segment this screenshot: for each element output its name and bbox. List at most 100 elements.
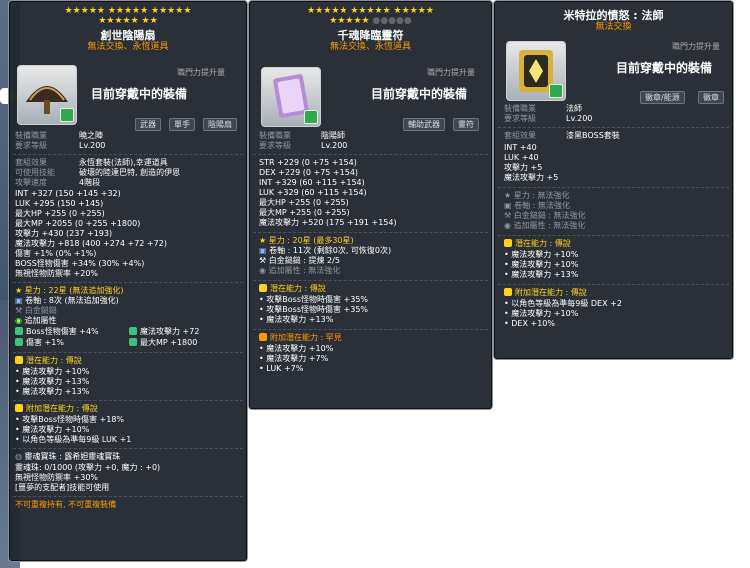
additional-grade: 傳說 [570, 288, 587, 297]
req-value: Lv.200 [79, 141, 106, 150]
potential-2-text: 魔法攻擊力 +10% [511, 260, 579, 269]
hammer-icon: ⚒ [259, 256, 269, 265]
additional-2-text: 魔法攻擊力 +10% [511, 309, 579, 318]
tag-emblem-energy: 徽章/能源 [640, 91, 685, 104]
potential-3-text: 魔法攻擊力 +13% [511, 270, 579, 279]
tag-subweapon: 輔助武器 [403, 118, 445, 131]
additional-grade: 罕見 [325, 333, 342, 342]
stat-mp: 最大MP +255 (0 +255) [259, 208, 350, 217]
additional-2: • 魔法攻擊力 +7% [259, 354, 329, 363]
item-tooltip-emblem: 米特拉的憤怒 : 法師 無法交換 職門力提升量 目前穿戴中的裝備 徽章/能源 徽… [493, 0, 734, 360]
soul-name: 露希妲靈魂寶珠 [64, 452, 121, 461]
potential-3: • 魔法攻擊力 +13% [15, 387, 90, 396]
stat-dex: DEX +229 (0 +75 +154) [259, 168, 359, 177]
lock-icon [304, 110, 318, 124]
additional-header: 附加潛在能力 : 傳說 [15, 404, 98, 414]
divider [13, 448, 243, 449]
soul-2: 無視怪物防禦率 +30% [15, 473, 99, 482]
additional-2-text: 魔法攻擊力 +7% [266, 354, 329, 363]
wearing-label: 目前穿戴中的裝備 [616, 61, 713, 75]
extra-mp-text: 最大MP +1800 [140, 338, 198, 347]
additional-title: 附加潛在能力 [270, 333, 318, 342]
skill-label: 可使用技能 [15, 168, 55, 177]
potential-3: • 魔法攻擊力 +13% [504, 270, 579, 279]
extra-header: ◉ 追加屬性 [15, 316, 57, 326]
tag-onehand: 單手 [169, 118, 195, 131]
starforce-text: 星力 : 22星 (無法追加強化) [24, 286, 124, 295]
speed-label: 攻擊速度 [15, 178, 47, 187]
starforce-text: 星力 : 20星 (最多30星) [268, 236, 354, 245]
scroll: ▣ 卷軸 : 無法強化 [504, 201, 570, 211]
item-title: 米特拉的憤怒 : 法師 [563, 9, 664, 22]
hammer-icon: ⚒ [15, 306, 25, 315]
item-subtitle: 無法交換、永恆道具 [329, 42, 411, 52]
legend-icon [15, 404, 23, 412]
soul-icon: ◍ [15, 452, 25, 461]
item-title: 千魂降臨靈符 [337, 29, 404, 42]
legend-icon [15, 356, 23, 364]
additional-1: • 以角色等級為準每9級 DEX +2 [504, 299, 622, 308]
additional-1-text: 攻擊Boss怪物時傷害 +18% [22, 415, 125, 424]
gold-hammer: ⚒ 白金鎚鎚 : 提煉 2/5 [259, 256, 340, 266]
potential-1-text: 攻擊Boss怪物時傷害 +35% [266, 295, 369, 304]
potential-grade: 傳說 [65, 356, 82, 365]
stat-matk: 魔法攻擊力 +818 (400 +274 +72 +72) [15, 239, 167, 248]
potential-2: • 攻擊Boss怪物時傷害 +35% [259, 305, 369, 314]
req-label: 要求等級 [504, 114, 536, 123]
divider [253, 154, 488, 155]
potential-header: 潛在能力 : 傳說 [15, 356, 82, 366]
stat-mp: 最大MP +2055 (0 +255 +1800) [15, 219, 141, 228]
potential-2: • 魔法攻擊力 +10% [504, 260, 579, 269]
star-row: ★★★★★ ★★★★★ ★★★★★ [249, 6, 492, 16]
stars-2: ★★★★★ [107, 6, 149, 16]
extra-text: 追加屬性 [24, 316, 57, 325]
stat-hp: 最大HP +255 (0 +255) [259, 198, 349, 207]
stat-int: INT +40 [504, 143, 537, 152]
potential-2-text: 魔法攻擊力 +13% [22, 377, 90, 386]
extra-icon: ◉ [504, 221, 514, 230]
soul-title: 靈魂寶珠 [24, 452, 57, 461]
footer-note: 不可重複持有, 不可重複裝備 [15, 500, 117, 509]
talisman-icon [261, 67, 321, 127]
star-row-2: ★★★★★ ★★ [9, 16, 247, 26]
stat-atk: 攻擊力 +430 (237 +193) [15, 229, 113, 238]
star-icon: ★ [259, 236, 269, 245]
extra-mp: 最大MP +1800 [129, 338, 197, 348]
extra-text: 追加屬性 : 無法強化 [513, 221, 586, 230]
potential-title: 潛在能力 [26, 356, 58, 365]
stars-1: ★★★★★ [307, 6, 348, 16]
wearing-label: 目前穿戴中的裝備 [371, 87, 468, 101]
starforce-text: 星力 : 無法強化 [513, 191, 570, 200]
extra-dmg-text: 傷害 +1% [26, 338, 64, 347]
additional-3: • LUK +7% [259, 364, 304, 373]
star-icon: ★ [15, 286, 25, 295]
additional-header: 附加潛在能力 : 罕見 [259, 333, 342, 343]
extra-text: 追加屬性 : 無法強化 [268, 266, 341, 275]
divider [498, 284, 729, 285]
stat-luk: LUK +329 (60 +115 +154) [259, 188, 367, 197]
starforce: ★ 星力 : 20星 (最多30星) [259, 236, 354, 246]
stat-boss: BOSS怪物傷害 +34% (30% +4%) [15, 259, 145, 268]
divider [13, 154, 243, 155]
gold-hammer: ⚒ 白金鎚鎚 : 無法強化 [504, 211, 586, 221]
extra-header: ◉ 追加屬性 : 無法強化 [504, 221, 585, 231]
extra-matk: 魔法攻擊力 +72 [129, 327, 199, 337]
additional-2: • 魔法攻擊力 +10% [504, 309, 579, 318]
additional-2: • 魔法攻擊力 +10% [15, 425, 90, 434]
set-label: 套組效果 [15, 158, 47, 167]
scroll-icon: ▣ [259, 246, 270, 255]
potential-1: • 魔法攻擊力 +10% [504, 250, 579, 259]
divider [253, 329, 488, 330]
attack-increase-label: 職門力提升量 [672, 42, 720, 51]
stat-atk: 攻擊力 +5 [504, 163, 543, 172]
stat-str: STR +229 (0 +75 +154) [259, 158, 357, 167]
additional-1: • 魔法攻擊力 +10% [259, 344, 334, 353]
job-label: 裝備職業 [259, 131, 291, 140]
item-subtitle: 無法交換 [595, 22, 632, 32]
stars-4: ★★★★★ [98, 16, 139, 26]
potential-1-text: 魔法攻擊力 +10% [22, 367, 90, 376]
star-icon: ★ [504, 191, 514, 200]
matk-icon [129, 327, 137, 335]
gold-hammer: ⚒ 白金鎚鎚 [15, 306, 57, 316]
scroll-text: 卷軸 : 無法強化 [514, 201, 570, 210]
